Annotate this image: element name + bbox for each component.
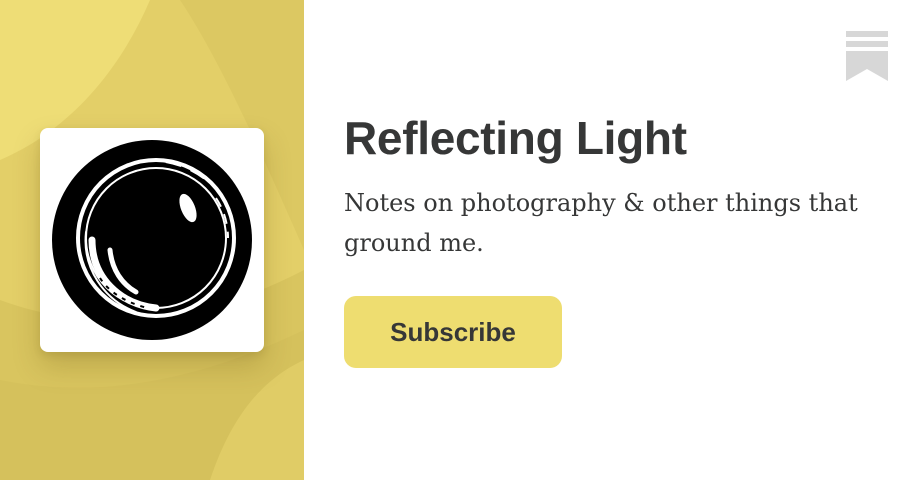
cover-panel bbox=[0, 0, 304, 480]
camera-lens-icon bbox=[52, 140, 252, 340]
publication-logo bbox=[40, 128, 264, 352]
subscribe-button[interactable]: Subscribe bbox=[344, 296, 562, 368]
publication-title: Reflecting Light bbox=[344, 112, 687, 164]
bookmark-icon[interactable] bbox=[846, 31, 888, 81]
publication-description: Notes on photography & other things that… bbox=[344, 189, 858, 257]
